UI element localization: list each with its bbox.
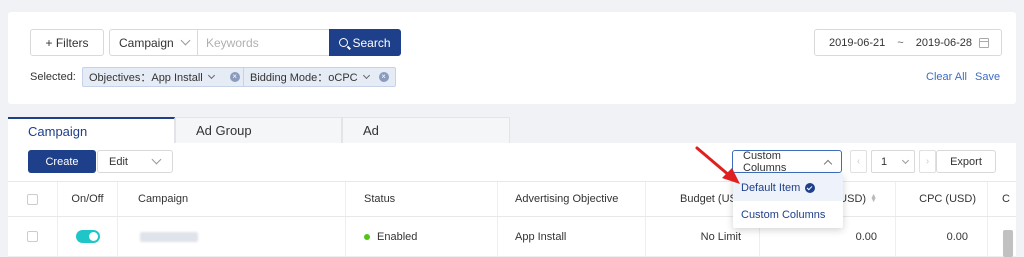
header-campaign: Campaign	[118, 182, 346, 216]
page-number: 1	[881, 155, 888, 168]
status-cell: Enabled	[346, 217, 498, 256]
budget-text: No Limit	[700, 230, 741, 243]
search-scope-value: Campaign	[119, 35, 174, 50]
remove-tag-icon[interactable]: ×	[229, 72, 240, 82]
header-label: Advertising Objective	[515, 193, 619, 205]
chevron-left-icon: ‹	[856, 156, 861, 167]
tab-label: Ad Group	[196, 123, 252, 138]
filters-button[interactable]: + Filters	[30, 29, 104, 56]
select-all-checkbox[interactable]	[27, 193, 38, 205]
selected-label: Selected:	[30, 71, 76, 83]
filter-tag-label: Bidding Mode：oCPC	[250, 72, 358, 84]
header-more: C	[988, 182, 1016, 216]
header-onoff: On/Off	[58, 182, 118, 216]
export-label: Export	[950, 155, 982, 168]
edit-select[interactable]: Edit	[97, 150, 173, 173]
save-link[interactable]: Save	[975, 71, 1000, 83]
clear-all-link[interactable]: Clear All	[926, 71, 967, 83]
header-label: CPC (USD)	[919, 193, 976, 205]
tab-ad-group[interactable]: Ad Group	[175, 117, 342, 143]
header-status: Status	[346, 182, 498, 216]
export-button[interactable]: Export	[936, 150, 996, 173]
pagination: ‹ 1 ›	[850, 150, 936, 173]
search-icon	[339, 38, 349, 47]
create-button[interactable]: Create	[28, 150, 96, 173]
annotation-arrow-icon	[695, 146, 740, 184]
sort-icon: ▲ ▼	[870, 193, 877, 204]
custom-columns-value: Custom Columns	[743, 149, 787, 174]
check-circle-icon	[805, 182, 816, 193]
filter-tag-bidding-mode[interactable]: Bidding Mode：oCPC ×	[243, 67, 396, 87]
chevron-down-icon	[901, 156, 910, 164]
keywords-input[interactable]	[197, 29, 329, 56]
date-end: 2019-06-28	[915, 36, 972, 49]
campaign-name-redacted[interactable]	[140, 231, 198, 242]
dropdown-item-label: Custom Columns	[741, 208, 826, 221]
header-select-cell	[8, 182, 58, 216]
tab-label: Ad	[363, 123, 379, 138]
search-scope-select[interactable]: Campaign	[109, 29, 197, 56]
header-cpc[interactable]: CPC (USD)	[896, 182, 988, 216]
create-label: Create	[45, 155, 79, 168]
cpc-cell: 0.00	[896, 217, 988, 256]
next-page-button[interactable]: ›	[919, 150, 936, 173]
search-label: Search	[352, 35, 391, 50]
header-label: Campaign	[138, 193, 189, 205]
onoff-cell	[58, 217, 118, 256]
status-text: Enabled	[377, 230, 418, 243]
chevron-down-icon	[362, 71, 370, 80]
dropdown-item-custom[interactable]: Custom Columns	[733, 201, 843, 228]
table-header: On/Off Campaign Status Advertising Objec…	[8, 181, 1016, 217]
campaign-cell	[118, 217, 346, 256]
header-label: Status	[364, 193, 396, 205]
cost-text: 0.00	[855, 230, 877, 243]
search-group: Campaign Search	[109, 29, 401, 56]
tab-ad[interactable]: Ad	[342, 117, 510, 143]
status-dot	[364, 233, 370, 240]
tab-bar: Campaign Ad Group Ad	[8, 117, 510, 143]
page-select[interactable]: 1	[871, 150, 915, 173]
objective-cell: App Install	[498, 217, 646, 256]
edit-value: Edit	[109, 155, 128, 168]
header-label: C	[1002, 193, 1010, 205]
objective-text: App Install	[515, 230, 567, 243]
tab-campaign[interactable]: Campaign	[8, 117, 175, 143]
search-button[interactable]: Search	[329, 29, 401, 56]
filter-panel: + Filters Campaign Search 2019-06-21 ~ 2…	[8, 12, 1016, 104]
filter-tag-label: Objectives：App Install	[89, 72, 203, 84]
chevron-down-icon	[151, 154, 162, 165]
filter-tag-objectives[interactable]: Objectives：App Install ×	[82, 67, 247, 87]
header-objective: Advertising Objective	[498, 182, 646, 216]
onoff-toggle[interactable]	[75, 230, 100, 243]
row-select-cell	[8, 217, 58, 256]
chevron-down-icon	[180, 35, 191, 46]
chevron-down-icon	[207, 71, 215, 80]
table-row: Enabled App Install No Limit 0.00 0.00	[8, 217, 1016, 257]
row-checkbox[interactable]	[27, 231, 38, 242]
filters-label: + Filters	[45, 35, 89, 50]
date-range-picker[interactable]: 2019-06-21 ~ 2019-06-28	[814, 29, 1002, 56]
cpc-text: 0.00	[946, 230, 968, 243]
tab-label: Campaign	[28, 123, 88, 139]
chevron-right-icon: ›	[925, 156, 930, 167]
prev-page-button[interactable]: ‹	[850, 150, 867, 173]
calendar-icon	[979, 38, 989, 48]
vertical-scrollbar[interactable]	[1003, 230, 1013, 257]
date-separator: ~	[897, 36, 904, 49]
header-label: On/Off	[71, 193, 104, 205]
remove-tag-icon[interactable]: ×	[378, 72, 389, 82]
date-start: 2019-06-21	[829, 36, 886, 49]
